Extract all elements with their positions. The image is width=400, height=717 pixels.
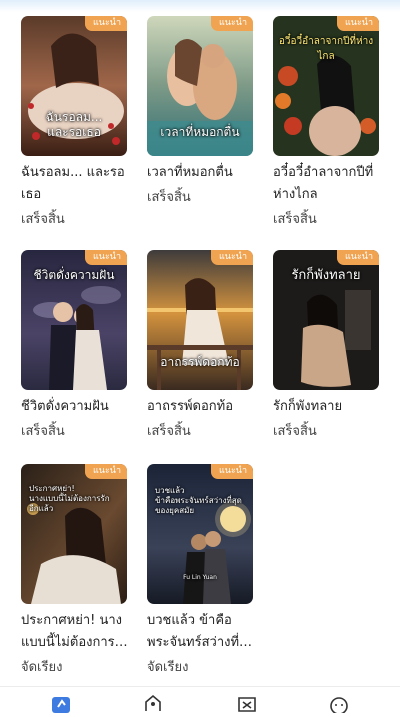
book-cover[interactable]: แนะนำ เวลาที่หมอกตื่น — [147, 16, 253, 156]
book-status: จัดเรียง — [21, 660, 63, 675]
book-title[interactable]: ชีวิตดั่งความฝัน — [21, 396, 133, 418]
cover-title: อวี๋อวี๋อำลาจากปีที่ห่างไกล — [278, 36, 374, 62]
book-card[interactable]: แนะนำ รักก็พังทลาย รักก็พังทลาย เสร็จสิ้… — [273, 250, 379, 442]
book-cover[interactable]: แนะนำ ฉันรอลม... และรอเธอ — [21, 16, 127, 156]
book-status: เสร็จสิ้น — [21, 212, 65, 227]
book-card[interactable]: แนะนำ อาถรรพ์ดอกท้อ อาถรรพ์ดอกท้อ เสร็จส… — [147, 250, 253, 442]
book-cover[interactable]: แนะนำ อวี๋อวี๋อำลาจากปีที่ห่างไกล — [273, 16, 379, 156]
cover-title: รักก็พังทลาย — [291, 268, 361, 283]
book-title[interactable]: ประกาศหย่า! นางแบบนี้ไม่ต้องการรักอีกแล้… — [21, 610, 133, 654]
book-grid: แนะนำ ฉันรอลม... และรอเธอ ฉันรอลม... และ… — [0, 0, 400, 711]
book-card[interactable]: แนะนำ บวชแล้ว ข้าคือพระจันทร์สว่างที่สุด… — [147, 464, 255, 678]
book-title[interactable]: เวลาที่หมอกตื่น — [147, 162, 259, 184]
cover-title: ฉันรอลม... และรอเธอ — [45, 110, 103, 139]
cover-title: เวลาที่หมอกตื่น — [160, 125, 240, 139]
home-icon[interactable] — [142, 693, 164, 713]
cover-title: อาถรรพ์ดอกท้อ — [160, 355, 240, 369]
book-cover[interactable]: แนะนำ ชีวิตดั่งความฝัน — [21, 250, 127, 390]
book-status: เสร็จสิ้น — [147, 424, 191, 439]
book-cover[interactable]: แนะนำ ประกาศหย่า! นางแบบนี้ไม่ต้องการรัก… — [21, 464, 127, 604]
book-title[interactable]: อาถรรพ์ดอกท้อ — [147, 396, 259, 418]
recommended-badge: แนะนำ — [211, 464, 253, 479]
book-cover[interactable]: แนะนำ อาถรรพ์ดอกท้อ — [147, 250, 253, 390]
book-cover[interactable]: แนะนำ บวชแล้ว ข้าคือพระจันทร์สว่างที่สุด… — [147, 464, 253, 604]
book-title[interactable]: ฉันรอลม... และรอเธอ — [21, 162, 133, 206]
recommended-badge: แนะนำ — [211, 250, 253, 265]
book-title[interactable]: อวี๋อวี๋อำลาจากปีที่ห่างไกล — [273, 162, 385, 206]
cover-art — [147, 464, 253, 604]
recommended-badge: แนะนำ — [337, 250, 379, 265]
recommended-badge: แนะนำ — [337, 16, 379, 31]
bookshelf-icon[interactable] — [50, 693, 72, 713]
cover-title: บวชแล้ว ข้าคือพระจันทร์สว่างที่สุดของยุค… — [155, 486, 242, 515]
book-status: จัดเรียง — [147, 660, 189, 675]
profile-icon[interactable] — [328, 693, 350, 715]
book-status: เสร็จสิ้น — [21, 424, 65, 439]
cover-title: ประกาศหย่า! นางแบบนี้ไม่ต้องการรักอีกแล้… — [29, 484, 110, 513]
recommended-badge: แนะนำ — [85, 250, 127, 265]
book-status: เสร็จสิ้น — [147, 190, 191, 205]
book-status: เสร็จสิ้น — [273, 212, 317, 227]
book-status: เสร็จสิ้น — [273, 424, 317, 439]
recommended-badge: แนะนำ — [211, 16, 253, 31]
discover-icon[interactable] — [236, 693, 258, 713]
book-title[interactable]: บวชแล้ว ข้าคือพระจันทร์สว่างที่สุดของยุค — [147, 610, 259, 654]
book-card[interactable]: แนะนำ ฉันรอลม... และรอเธอ ฉันรอลม... และ… — [21, 16, 127, 230]
recommended-badge: แนะนำ — [85, 464, 127, 479]
book-title[interactable]: รักก็พังทลาย — [273, 396, 385, 418]
book-card[interactable]: แนะนำ ประกาศหย่า! นางแบบนี้ไม่ต้องการรัก… — [21, 464, 129, 678]
bottom-navigation — [0, 686, 400, 715]
book-card[interactable]: แนะนำ อวี๋อวี๋อำลาจากปีที่ห่างไกล อวี๋อว… — [273, 16, 379, 230]
book-cover[interactable]: แนะนำ รักก็พังทลาย — [273, 250, 379, 390]
cover-author: Fu Lin Yuan — [183, 574, 217, 581]
book-card[interactable]: แนะนำ เวลาที่หมอกตื่น เวลาที่หมอกตื่น เส… — [147, 16, 253, 208]
book-card[interactable]: แนะนำ ชีวิตดั่งความฝัน ชีวิตดั่งความฝัน … — [21, 250, 127, 442]
recommended-badge: แนะนำ — [85, 16, 127, 31]
cover-title: ชีวิตดั่งความฝัน — [33, 268, 115, 282]
